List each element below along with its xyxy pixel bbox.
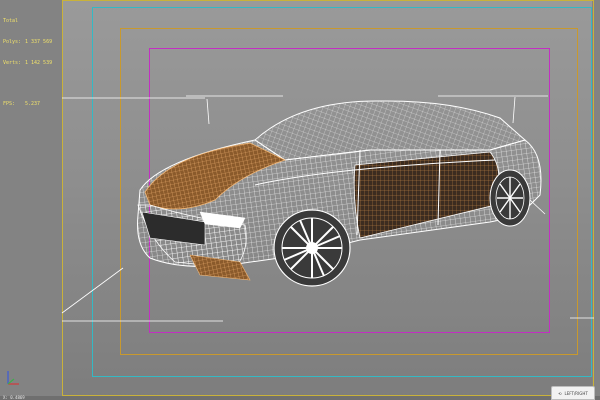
coordinate-readout: X: 0.4869	[3, 395, 25, 400]
rear-wheel	[489, 169, 531, 227]
3d-viewport[interactable]: Total Polys: 1 337 569 Verts: 1 142 539 FP…	[0, 0, 600, 400]
axis-gizmo-icon	[7, 371, 19, 385]
orbit-icon: ⟲	[558, 390, 562, 396]
viewcube-button[interactable]: ⟲ LEFT/RIGHT	[551, 386, 595, 400]
front-wheel	[273, 209, 351, 287]
car-wireframe-render	[61, 95, 594, 322]
viewcube-label: LEFT/RIGHT	[564, 390, 588, 396]
viewport-bottom-bar: X: 0.4869	[0, 395, 600, 400]
